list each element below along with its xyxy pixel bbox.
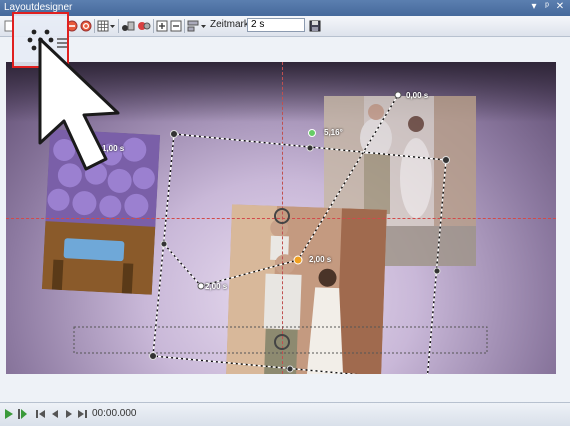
- timecode: 00:00.000: [92, 408, 137, 419]
- keyframe-label-d: 2,00 s: [309, 255, 332, 264]
- handle-right-mid: [433, 267, 441, 275]
- pin-icon[interactable]: ▾: [528, 1, 540, 12]
- anchor-handle: [274, 334, 290, 350]
- motion-path: [163, 94, 399, 287]
- zoom-out-icon[interactable]: [66, 18, 78, 34]
- center-handle: [274, 208, 290, 224]
- handle-left-mid: [160, 240, 168, 248]
- keyframe-label-c: 2,00 s: [205, 282, 228, 291]
- close-icon[interactable]: ✕: [554, 1, 566, 12]
- layoutdesigner-window: Layoutdesigner ▾ ᵖ ✕ Zeitmarke: 2 s 0,00…: [0, 0, 570, 426]
- skip-end-icon[interactable]: [77, 408, 87, 420]
- title-bar: Layoutdesigner ▾ ᵖ ✕: [0, 0, 570, 16]
- toolbar: Zeitmarke: 2 s: [0, 16, 570, 37]
- step-forward-icon[interactable]: [64, 408, 74, 420]
- add-keyframe-icon[interactable]: [156, 18, 168, 34]
- path-point-1: [197, 282, 205, 290]
- keyframe-label-b: 1,00 s: [102, 144, 125, 153]
- selection-frame: [152, 133, 447, 374]
- handle-top-mid: [306, 144, 314, 152]
- zoom-in-icon[interactable]: [80, 18, 92, 34]
- path-point-current: [293, 255, 303, 265]
- dock-icon[interactable]: ᵖ: [541, 1, 553, 12]
- timestamp-input[interactable]: 2 s: [247, 18, 305, 32]
- window-title: Layoutdesigner: [4, 2, 73, 13]
- list-view-icon[interactable]: [56, 35, 68, 51]
- keyframe-label-a: 0,00 s: [406, 91, 429, 100]
- snap-icon[interactable]: [121, 18, 135, 34]
- handle-bottom-mid: [286, 365, 294, 373]
- rotation-handle: [308, 129, 316, 137]
- new-layout-icon[interactable]: [3, 18, 15, 34]
- timeline-bar: 00:00.000: [0, 402, 570, 426]
- handle-bottom-left: [149, 352, 157, 360]
- remove-keyframe-icon[interactable]: [170, 18, 182, 34]
- rotation-angle-label: 5,16°: [324, 128, 343, 137]
- play-from-start-icon[interactable]: [18, 408, 28, 420]
- play-icon[interactable]: [4, 408, 14, 420]
- step-back-icon[interactable]: [50, 408, 60, 420]
- handle-top-right: [442, 156, 450, 164]
- layout-canvas[interactable]: 0,00 s 1,00 s 2,00 s 2,00 s 5,16°: [6, 62, 556, 374]
- path-point-start: [394, 91, 402, 99]
- camera-path-icon[interactable]: [137, 18, 151, 34]
- grid-dropdown-button[interactable]: [97, 18, 115, 34]
- align-dropdown-button[interactable]: [187, 18, 207, 34]
- save-icon[interactable]: [309, 18, 321, 34]
- motion-path-layer: [73, 91, 488, 374]
- handle-top-left: [170, 130, 178, 138]
- skip-start-icon[interactable]: [36, 408, 46, 420]
